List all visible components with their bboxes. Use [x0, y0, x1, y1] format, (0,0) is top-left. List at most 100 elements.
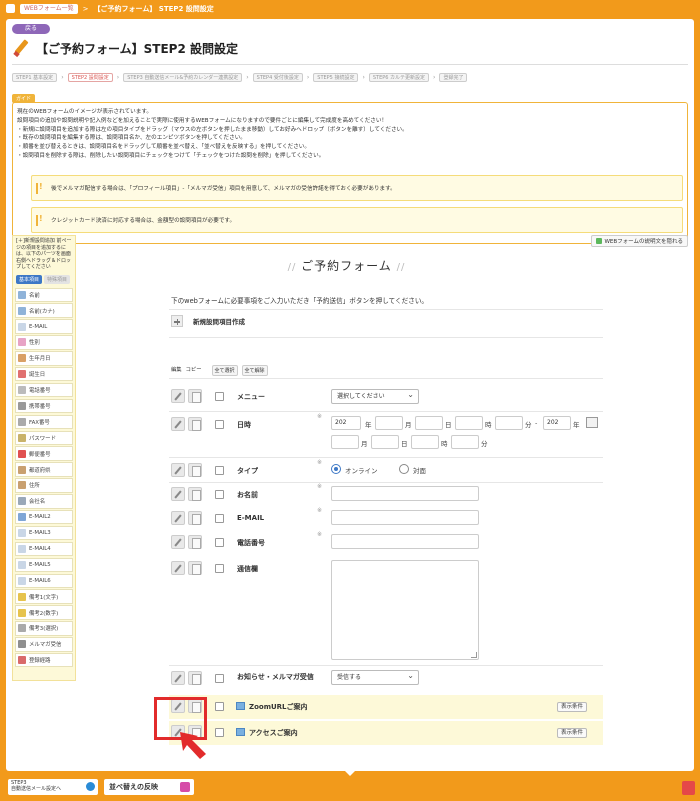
step-3[interactable]: STEP3 自動送信メール&予約カレンダー連携設定	[123, 73, 243, 82]
palette-item-email3[interactable]: E-MAIL3	[15, 525, 73, 541]
palette-item-postal[interactable]: 郵便番号	[15, 446, 73, 461]
question-label[interactable]: E-MAIL	[237, 514, 264, 522]
palette-item-mobile[interactable]: 携帯番号	[15, 398, 73, 414]
row-checkbox[interactable]	[215, 674, 224, 683]
palette-item-birthdate[interactable]: 生年月日	[15, 351, 73, 366]
edit-pencil-icon[interactable]	[171, 535, 185, 549]
row-checkbox[interactable]	[215, 420, 224, 429]
step-6[interactable]: STEP6 カルテ更新設定	[368, 73, 430, 82]
palette-item-birthday[interactable]: 誕生日	[15, 366, 73, 382]
copy-icon[interactable]	[188, 417, 202, 431]
palette-item-email2[interactable]: E-MAIL2	[15, 509, 73, 525]
email-input[interactable]	[331, 510, 479, 525]
palette-item-address[interactable]: 住所	[15, 478, 73, 493]
start-day-input[interactable]	[415, 416, 443, 430]
end-day-input[interactable]	[371, 435, 399, 449]
copy-icon[interactable]	[188, 671, 202, 685]
palette-item-email4[interactable]: E-MAIL4	[15, 541, 73, 557]
copy-icon[interactable]	[188, 511, 202, 525]
new-question-row[interactable]: 新規設問項目作成	[171, 315, 245, 327]
palette-item-note1[interactable]: 備考1(文字)	[15, 589, 73, 604]
row-checkbox[interactable]	[215, 466, 224, 475]
row-checkbox[interactable]	[215, 490, 224, 499]
edit-pencil-icon[interactable]	[171, 561, 185, 575]
question-label[interactable]: お名前	[237, 490, 258, 500]
copy-icon[interactable]	[188, 389, 202, 403]
row-checkbox[interactable]	[215, 392, 224, 401]
step-4[interactable]: STEP4 受付後設定	[252, 73, 303, 82]
display-condition-button[interactable]: 表示条件	[557, 728, 588, 738]
palette-item-route[interactable]: 登録経路	[15, 652, 73, 668]
trash-icon[interactable]	[682, 781, 695, 795]
question-label[interactable]: 通信欄	[237, 564, 258, 574]
palette-item-name-kana[interactable]: 名前(カナ)	[15, 303, 73, 318]
edit-pencil-icon[interactable]	[171, 463, 185, 477]
palette-item-name[interactable]: 名前	[15, 287, 73, 302]
palette-item-gender[interactable]: 性別	[15, 335, 73, 350]
palette-item-note2[interactable]: 備考2(数字)	[15, 605, 73, 620]
menu-select[interactable]: 選択してください	[331, 388, 419, 404]
edit-pencil-icon[interactable]	[171, 417, 185, 431]
palette-item-newsletter[interactable]: メルマガ受信	[15, 637, 73, 652]
end-minute-input[interactable]	[451, 435, 479, 449]
plus-icon[interactable]	[171, 315, 183, 327]
start-hour-input[interactable]	[455, 416, 483, 430]
palette-item-note3[interactable]: 備考3(選択)	[15, 621, 73, 636]
palette-item-email6[interactable]: E-MAIL6	[15, 573, 73, 589]
row-checkbox[interactable]	[215, 564, 224, 573]
calendar-icon[interactable]	[586, 417, 598, 428]
tab-basic-items[interactable]: 基本項目	[16, 274, 43, 284]
deselect-all-button[interactable]: 全て解除	[241, 365, 268, 376]
row-checkbox[interactable]	[215, 538, 224, 547]
tab-special-items[interactable]: 特殊項目	[44, 274, 71, 284]
step-2[interactable]: STEP2 設問設定	[67, 73, 113, 82]
end-month-input[interactable]	[331, 435, 359, 449]
question-label[interactable]: タイプ	[237, 466, 258, 476]
palette-item-fax[interactable]: FAX番号	[15, 414, 73, 430]
question-label[interactable]: ZoomURLご案内	[249, 702, 308, 712]
question-label[interactable]: アクセスご案内	[249, 728, 298, 738]
select-all-button[interactable]: 全て選択	[211, 365, 238, 376]
edit-pencil-icon[interactable]	[171, 671, 185, 685]
hide-description-button[interactable]: WEBフォームの説明文を隠れる	[591, 235, 688, 247]
palette-item-password[interactable]: パスワード	[15, 430, 73, 446]
end-hour-input[interactable]	[411, 435, 439, 449]
palette-item-email5[interactable]: E-MAIL5	[15, 557, 73, 573]
row-checkbox[interactable]	[215, 702, 224, 711]
question-label[interactable]: お知らせ・メルマガ受信	[237, 672, 323, 683]
name-input[interactable]	[331, 486, 479, 501]
edit-pencil-icon[interactable]	[171, 511, 185, 525]
copy-icon[interactable]	[188, 561, 202, 575]
edit-pencil-icon[interactable]	[171, 487, 185, 501]
back-button[interactable]: 戻る	[12, 24, 50, 34]
palette-item-company[interactable]: 会社名	[15, 494, 73, 509]
step-1[interactable]: STEP1 基本設定	[12, 73, 58, 82]
row-checkbox[interactable]	[215, 514, 224, 523]
edit-pencil-icon[interactable]	[171, 389, 185, 403]
radio-online[interactable]	[331, 464, 341, 474]
comment-textarea[interactable]	[331, 560, 479, 660]
question-label[interactable]: 日時	[237, 420, 251, 430]
question-label[interactable]: 電話番号	[237, 538, 265, 548]
step-5[interactable]: STEP5 接続設定	[313, 73, 359, 82]
palette-item-prefecture[interactable]: 都道府県	[15, 462, 73, 477]
start-month-input[interactable]	[375, 416, 403, 430]
home-icon[interactable]	[6, 4, 15, 13]
apply-sort-button[interactable]: 並べ替えの反映	[104, 779, 194, 795]
palette-item-phone[interactable]: 電話番号	[15, 382, 73, 398]
copy-icon[interactable]	[188, 535, 202, 549]
step3-button[interactable]: STEP3 自動送信メール設定へ	[8, 779, 98, 795]
phone-input[interactable]	[331, 534, 479, 549]
radio-face[interactable]	[399, 464, 409, 474]
step-complete[interactable]: 登録完了	[439, 73, 468, 82]
row-checkbox[interactable]	[215, 728, 224, 737]
end-year-input[interactable]: 202	[543, 416, 571, 430]
palette-item-email[interactable]: E-MAIL	[15, 319, 73, 334]
copy-icon[interactable]	[188, 487, 202, 501]
display-condition-button[interactable]: 表示条件	[557, 702, 588, 712]
copy-icon[interactable]	[188, 463, 202, 477]
newsletter-select[interactable]: 受信する	[331, 669, 419, 685]
start-year-input[interactable]: 202	[331, 416, 361, 430]
start-minute-input[interactable]	[495, 416, 523, 430]
breadcrumb-form-list[interactable]: WEBフォーム一覧	[20, 3, 78, 14]
